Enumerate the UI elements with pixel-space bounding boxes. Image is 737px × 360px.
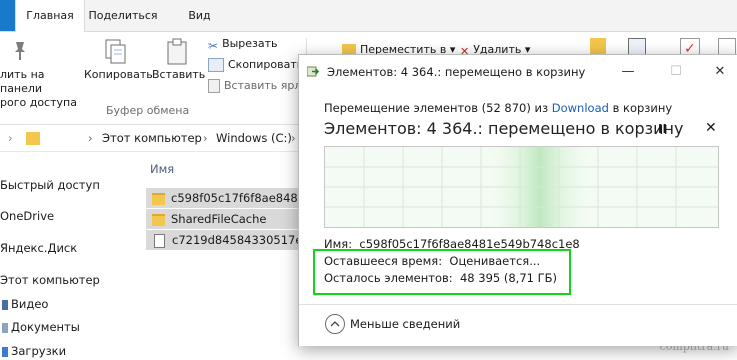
folder-icon bbox=[152, 192, 165, 205]
source-folder-link[interactable]: Download bbox=[552, 101, 609, 115]
folder-icon bbox=[152, 213, 165, 226]
documents-icon bbox=[2, 322, 8, 333]
cut-button[interactable]: ✂ Вырезать bbox=[208, 36, 278, 53]
copy-icon bbox=[105, 39, 126, 64]
nav-label-downloads: Загрузки bbox=[11, 344, 67, 358]
ribbon-tab-bar: Главная Поделиться Вид bbox=[0, 0, 737, 32]
folder-icon bbox=[26, 132, 40, 145]
time-remaining-line: Оставшееся время: Оценивается... bbox=[324, 254, 540, 268]
nav-item-documents[interactable]: Документы bbox=[2, 318, 80, 336]
close-button[interactable]: ✕ bbox=[702, 59, 737, 85]
tab-home[interactable]: Главная bbox=[15, 0, 85, 32]
tab-view[interactable]: Вид bbox=[162, 0, 237, 31]
file-operation-dialog: Элементов: 4 364.: перемещено в корзину … bbox=[298, 54, 737, 346]
chevron-right-icon: › bbox=[291, 131, 296, 145]
pin-to-quick-access-button[interactable]: лить на панели рого доступа bbox=[0, 40, 80, 110]
pin-label-2: рого доступа bbox=[0, 96, 77, 109]
list-item[interactable]: c598f05c17f6f8ae8481e5 bbox=[146, 188, 304, 208]
clipboard-icon bbox=[167, 38, 187, 65]
cut-label: Вырезать bbox=[222, 37, 278, 50]
minimize-button[interactable]: — bbox=[610, 59, 646, 85]
paste-label: Вставить bbox=[152, 68, 206, 81]
nav-item-video[interactable]: Видео bbox=[2, 295, 48, 313]
nav-label-video: Видео bbox=[11, 297, 49, 311]
scissors-icon: ✂ bbox=[208, 39, 219, 53]
operation-prefix: Перемещение элементов (52 870) из bbox=[324, 101, 552, 115]
breadcrumb-drive-c[interactable]: Windows (C:) bbox=[216, 131, 292, 145]
breadcrumb-this-pc[interactable]: Этот компьютер bbox=[102, 131, 202, 145]
nav-item-onedrive[interactable]: OneDrive bbox=[0, 207, 54, 225]
tab-share[interactable]: Поделиться bbox=[84, 0, 162, 31]
list-item-name: c598f05c17f6f8ae8481e5 bbox=[171, 191, 304, 205]
chevron-right-icon: › bbox=[88, 131, 93, 145]
copy-path-icon bbox=[208, 58, 224, 72]
chevron-up-icon[interactable] bbox=[325, 314, 345, 334]
chevron-right-icon: › bbox=[203, 131, 208, 145]
progress-headline: Элементов: 4 364.: перемещено в корзину bbox=[324, 119, 684, 138]
operation-suffix: в корзину bbox=[608, 101, 673, 115]
pin-icon bbox=[15, 42, 25, 60]
shortcut-icon bbox=[208, 79, 220, 93]
fewer-details-button[interactable]: Меньше сведений bbox=[350, 317, 460, 331]
file-list: Имя c598f05c17f6f8ae8481e5 SharedFileCac… bbox=[146, 152, 306, 359]
progress-graph-canvas bbox=[325, 147, 718, 227]
paste-shortcut-button[interactable]: Вставить ярлы bbox=[208, 78, 310, 94]
pin-label-1: лить на панели bbox=[0, 68, 45, 95]
copy-button[interactable]: Копировать bbox=[84, 38, 153, 82]
list-item[interactable]: SharedFileCache bbox=[146, 209, 304, 229]
chevron-right-icon: › bbox=[8, 131, 13, 145]
nav-item-yandex-disk[interactable]: Яндекс.Диск bbox=[0, 239, 77, 257]
maximize-button: ☐ bbox=[670, 64, 682, 79]
video-icon bbox=[2, 299, 8, 310]
progress-graph bbox=[324, 146, 719, 228]
copy-path-button[interactable]: Скопировать bbox=[208, 57, 303, 73]
dialog-footer: Меньше сведений bbox=[299, 304, 737, 346]
list-item-name: c7219d84584330517e7de bbox=[172, 233, 304, 247]
list-item[interactable]: c7219d84584330517e7de bbox=[146, 230, 304, 250]
dialog-title-bar[interactable]: Элементов: 4 364.: перемещено в корзину … bbox=[299, 55, 737, 89]
nav-item-this-pc[interactable]: Этот компьютер bbox=[0, 271, 100, 289]
clipboard-group-label: Буфер обмена bbox=[106, 104, 190, 117]
time-label: Оставшееся время: bbox=[324, 254, 443, 268]
items-label: Осталось элементов: bbox=[324, 271, 453, 285]
paste-button[interactable]: Вставить bbox=[152, 38, 206, 82]
copy-path-label: Скопировать bbox=[228, 58, 304, 71]
nav-item-quick-access[interactable]: Быстрый доступ bbox=[0, 176, 100, 194]
file-icon bbox=[154, 233, 165, 248]
downloads-icon bbox=[2, 346, 8, 357]
copy-label: Копировать bbox=[84, 68, 153, 81]
column-header-name[interactable]: Имя bbox=[150, 162, 174, 176]
nav-label-documents: Документы bbox=[11, 320, 80, 334]
dialog-title: Элементов: 4 364.: перемещено в корзину bbox=[327, 65, 586, 79]
pause-button[interactable]: II bbox=[658, 122, 667, 136]
operation-description: Перемещение элементов (52 870) из Downlo… bbox=[324, 101, 672, 115]
cancel-button[interactable]: ✕ bbox=[705, 120, 717, 136]
items-remaining-line: Осталось элементов: 48 395 (8,71 ГБ) bbox=[324, 271, 557, 285]
time-value: Оценивается... bbox=[449, 254, 541, 268]
tab-file[interactable] bbox=[0, 0, 15, 31]
items-value: 48 395 (8,71 ГБ) bbox=[459, 271, 557, 285]
move-arrow-icon bbox=[307, 66, 320, 77]
list-item-name: SharedFileCache bbox=[171, 212, 267, 226]
nav-item-downloads[interactable]: Загрузки bbox=[2, 342, 66, 360]
navigation-pane: Быстрый доступ OneDrive Яндекс.Диск Этот… bbox=[0, 152, 140, 359]
